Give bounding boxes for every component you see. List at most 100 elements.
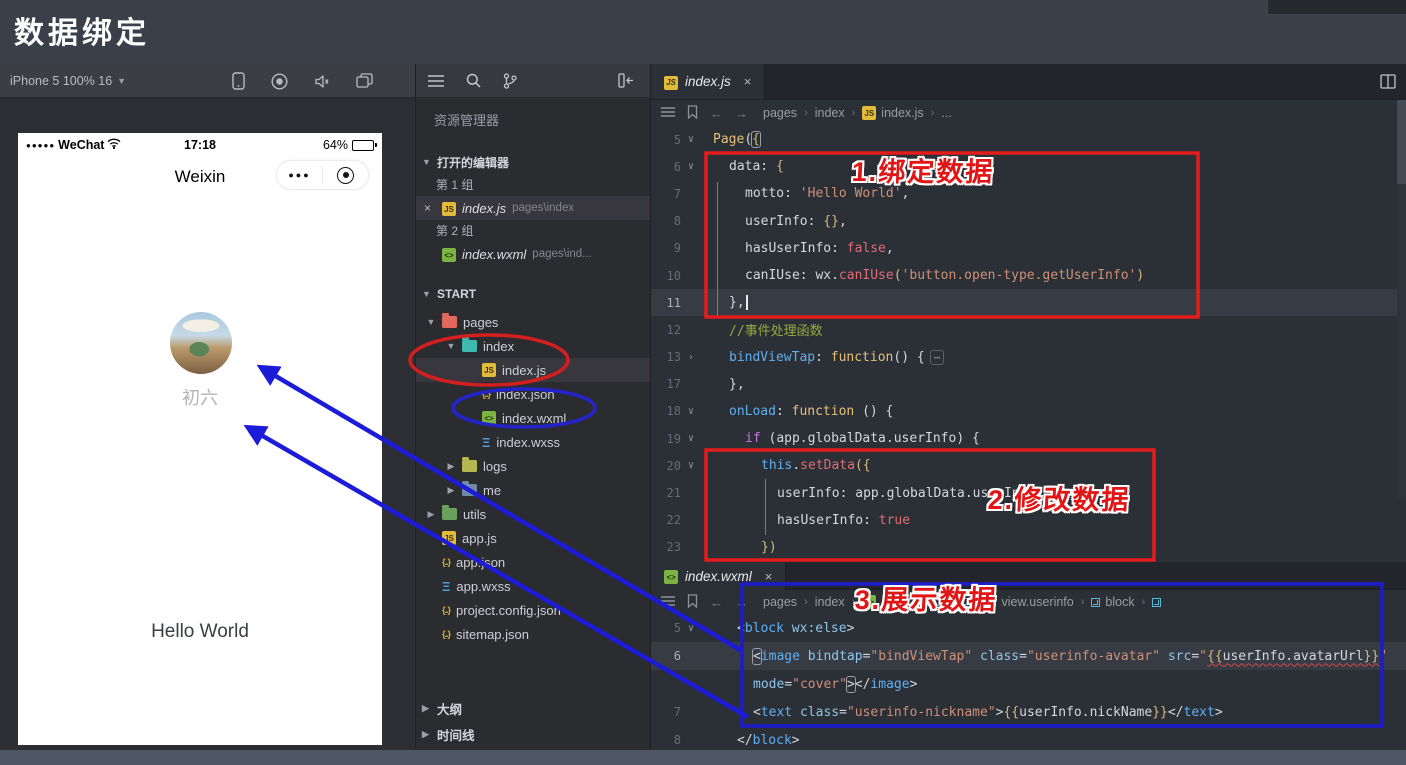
breadcrumb-item[interactable]	[1152, 597, 1162, 607]
fold-icon[interactable]: ∨	[681, 134, 701, 145]
list-icon[interactable]	[661, 106, 675, 120]
forward-icon[interactable]: →	[735, 595, 748, 610]
git-branch-icon[interactable]	[503, 72, 517, 89]
forward-icon[interactable]: →	[735, 106, 748, 121]
list-icon[interactable]	[428, 74, 444, 87]
js-file-icon: JS	[664, 75, 678, 90]
tree-item-index-js[interactable]: JS index.js	[416, 358, 650, 382]
code-line[interactable]: 6 ∨ data: {	[651, 153, 1406, 180]
twistie-icon[interactable]: ▶	[446, 485, 456, 496]
tree-item-sitemap-json[interactable]: {..} sitemap.json	[416, 622, 650, 646]
fold-icon[interactable]: ›	[681, 352, 701, 363]
crumb-separator-icon: ›	[930, 107, 935, 119]
code-line[interactable]: 5 ∨ <block wx:else>	[651, 614, 1406, 642]
breadcrumb-item[interactable]: block	[1091, 595, 1135, 609]
tree-item-index-json[interactable]: {..} index.json	[416, 382, 650, 406]
annotation-step3: 3.展示数据	[854, 585, 999, 615]
breadcrumb-item[interactable]: index	[815, 595, 845, 609]
line-number: 12	[666, 322, 681, 337]
code-line[interactable]: 6 <image bindtap="bindViewTap" class="use…	[651, 642, 1406, 670]
tree-item-pages[interactable]: ▼ pages	[416, 310, 650, 334]
tree-item-index[interactable]: ▼ index	[416, 334, 650, 358]
code-line[interactable]: 5 ∨ Page({	[651, 126, 1406, 153]
windows-overlap-icon[interactable]	[356, 73, 373, 89]
code-line[interactable]: 11},	[651, 289, 1406, 317]
code-line[interactable]: 17},	[651, 371, 1406, 398]
list-icon[interactable]	[661, 595, 675, 609]
tree-item-app-wxss[interactable]: Ξapp.wxss	[416, 574, 650, 598]
line-number: 20	[666, 458, 681, 473]
breadcrumb-item[interactable]: JS index.js	[862, 106, 924, 120]
code-editor-indexwxml[interactable]: 5 ∨ <block wx:else> 6 <image bindtap="bindVi…	[651, 614, 1406, 754]
open-editors-header[interactable]: ▼ 打开的编辑器	[416, 150, 650, 174]
code-line[interactable]: 7 motto: 'Hello World',	[651, 180, 1406, 207]
code-token: text	[1183, 704, 1215, 720]
code-line[interactable]: 10 canIUse: wx.canIUse('button.open-type.…	[651, 262, 1406, 289]
code-line[interactable]: mode="cover"></image>	[651, 670, 1406, 698]
code-line[interactable]: 9 hasUserInfo: false,	[651, 235, 1406, 262]
code-line[interactable]: 20 ∨ this.setData({	[651, 452, 1406, 479]
tree-item-index-wxml[interactable]: <> index.wxml	[416, 406, 650, 430]
fold-icon[interactable]: ∨	[681, 460, 701, 471]
editor-scrollbar[interactable]	[1397, 100, 1406, 498]
code-line[interactable]: 12 //事件处理函数	[651, 316, 1406, 343]
code-line[interactable]: 13 › bindViewTap: function() {⋯	[651, 344, 1406, 371]
code-line[interactable]: 19 ∨ if (app.globalData.userInfo) {	[651, 425, 1406, 452]
breadcrumb-item[interactable]: ...	[941, 106, 951, 120]
twistie-icon[interactable]: ▼	[426, 317, 436, 327]
code-line[interactable]: 8 </block>	[651, 726, 1406, 754]
fold-icon[interactable]: ∨	[681, 433, 701, 444]
tree-item-index-wxss[interactable]: Ξindex.wxss	[416, 430, 650, 454]
speaker-icon[interactable]	[314, 74, 330, 89]
tree-item-app-js[interactable]: JS app.js	[416, 526, 650, 550]
project-section-header[interactable]: ▼ START	[416, 282, 650, 306]
code-token: setData	[800, 458, 855, 474]
bookmark-icon[interactable]	[687, 593, 698, 611]
tree-item-me[interactable]: ▶ me	[416, 478, 650, 502]
tree-item-app-json[interactable]: {..} app.json	[416, 550, 650, 574]
back-icon[interactable]: ←	[710, 106, 723, 121]
breadcrumb-item[interactable]: index	[815, 106, 845, 120]
capsule-button[interactable]: ●●●	[276, 160, 369, 190]
tree-item-project-config-json[interactable]: {..} project.config.json	[416, 598, 650, 622]
split-editor-icon[interactable]	[1380, 74, 1396, 94]
code-token: image	[870, 676, 910, 692]
fold-icon[interactable]: ∨	[681, 406, 701, 417]
fold-icon[interactable]: ∨	[681, 623, 701, 634]
open-editor-indexwxml[interactable]: <> index.wxml pages\ind...	[416, 242, 650, 266]
breadcrumb-item[interactable]: view.userinfo	[987, 595, 1074, 609]
breadcrumb-item[interactable]: pages	[763, 595, 797, 609]
back-icon[interactable]: ←	[710, 595, 723, 610]
collapse-panel-icon[interactable]	[618, 73, 634, 88]
code-line[interactable]: 23})	[651, 534, 1406, 561]
breadcrumb-item[interactable]: pages	[763, 106, 797, 120]
timeline-section[interactable]: ▶ 时间线	[416, 722, 650, 746]
twistie-icon[interactable]: ▶	[426, 509, 436, 520]
code-token: <	[753, 704, 761, 720]
bookmark-icon[interactable]	[687, 104, 698, 122]
close-target-icon[interactable]	[323, 166, 368, 184]
device-selector[interactable]: iPhone 5 100% 16 ▼	[10, 74, 126, 88]
tree-item-utils[interactable]: ▶ utils	[416, 502, 650, 526]
code-line[interactable]: 7 <text class="userinfo-nickname">{{userI…	[651, 698, 1406, 726]
record-icon[interactable]	[271, 72, 288, 90]
tab-indexwxml[interactable]: <> index.wxml ×	[651, 562, 787, 590]
tree-item-logs[interactable]: ▶ logs	[416, 454, 650, 478]
code-token: text	[760, 704, 793, 720]
outline-section[interactable]: ▶ 大纲	[416, 696, 650, 720]
close-icon[interactable]: ×	[765, 569, 773, 584]
open-editor-indexjs[interactable]: × JS index.js pages\index	[416, 196, 650, 220]
close-icon[interactable]: ×	[424, 201, 436, 215]
fold-icon[interactable]: ∨	[681, 161, 701, 172]
code-line[interactable]: 18 ∨ onLoad: function () {	[651, 398, 1406, 425]
twistie-icon[interactable]: ▶	[446, 461, 456, 472]
close-icon[interactable]: ×	[744, 74, 752, 89]
more-dots-icon[interactable]: ●●●	[277, 170, 322, 180]
indent-guide	[765, 479, 766, 535]
phone-mode-icon[interactable]	[232, 72, 245, 90]
tab-indexjs[interactable]: JS index.js ×	[651, 64, 766, 99]
search-icon[interactable]	[466, 73, 481, 88]
twistie-icon[interactable]: ▼	[446, 341, 456, 351]
code-line[interactable]: 8 userInfo: {},	[651, 208, 1406, 235]
user-avatar[interactable]	[170, 312, 232, 374]
